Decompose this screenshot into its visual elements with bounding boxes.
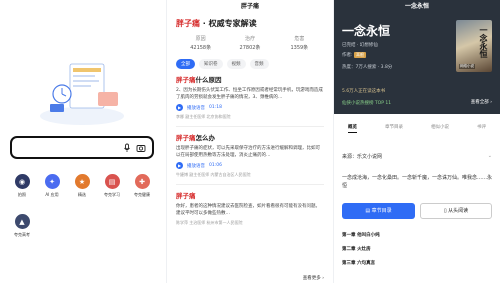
tab-all[interactable]: 全部 [176, 59, 195, 69]
see-more-link[interactable]: 查看更多 › [303, 275, 324, 281]
result-card[interactable]: 胖子痛 你好，患者的这种情况建议去医院检查，如片看看很有可能有没有问题。建议平时… [167, 185, 333, 226]
ai-icon: ✦ [44, 174, 60, 189]
play-icon[interactable]: ▶ [176, 162, 183, 169]
card-body: 2、因为长期伤头伏案工作、恒坐工作原因或者经常玩手机，玩游戏而造成了肌肉的劳损就… [176, 88, 323, 100]
tab-chapters[interactable]: 章节目录 [385, 124, 403, 133]
result-card[interactable]: 胖子痛什么原因 2、因为长期伤头伏案工作、恒坐工作原因或者经常玩手机，玩游戏而造… [167, 69, 333, 120]
doctor-info: 李娜 副主任医师 北京协和医院 [176, 114, 231, 119]
book-detail-screen: 一念永恒 一念永恒 已完结 · 幻想修仙 作者: 耳根 热度：7万人搜索 · 3… [334, 0, 500, 283]
audio-player[interactable]: ▶ 播放语音 01:18 [176, 104, 324, 111]
book-status: 已完结 · 幻想修仙 [342, 43, 378, 48]
doctor-info: 陈学萍 主治医师 杭州市第一人民医院 [176, 220, 243, 225]
result-card[interactable]: 胖子痛怎么办 出现胖子痛的症状，可以先采取保守治疗的方法进行缓解和调理，比如可以… [167, 127, 333, 178]
app-health[interactable]: ✚ 夸克健康 [128, 174, 156, 198]
book-author: 作者: 耳根 [342, 52, 366, 58]
app-gaokao[interactable]: ▲ 夸克高考 [8, 214, 36, 238]
camera-icon: ◉ [14, 174, 30, 189]
play-icon[interactable]: ▶ [176, 104, 183, 111]
camera-icon[interactable] [136, 143, 146, 153]
search-home-screen: ◉ 拍照 ✦ AI 应用 ★ 精选 ▤ 夸克学习 ✚ 夸克健康 ▲ 夸克高考 [0, 0, 166, 283]
header-suffix: · 权威专家解读 [202, 19, 257, 28]
tab-video[interactable]: 视频 [226, 59, 246, 69]
doctor-info: 牛婕博 副主任医师 内蒙古自治区人民医院 [176, 172, 251, 177]
tab-similar[interactable]: 相似小说 [431, 124, 449, 133]
chapter-item[interactable]: 第三章 六句真言 [342, 260, 375, 266]
tab-reviews[interactable]: 书评 [477, 124, 486, 133]
chapter-item[interactable]: 第一章 他叫白小纯 [342, 232, 380, 238]
detail-tabs: 概览 章节目录 相似小说 书评 [334, 124, 500, 133]
audio-player[interactable]: ▶ 播放语音 01:06 [176, 162, 324, 169]
stat-treatment[interactable]: 治疗 27802条 [225, 35, 274, 51]
page-title: 胖子痛 [240, 3, 259, 10]
health-icon: ✚ [134, 174, 150, 189]
rank-badge[interactable]: 仙侠小说热搜榜 TOP 11 [342, 100, 391, 106]
star-icon: ★ [74, 174, 90, 189]
tab-audio[interactable]: 音频 [249, 59, 269, 69]
card-body: 出现胖子痛的症状，可以先采取保守治疗的方法进行缓解和调理，比如可以在局部使用热敷… [176, 146, 320, 158]
book-intro: 一念成沧海，一念化桑田。一念斩千魔，一念诛万仙。唯我念……永恒 [342, 175, 493, 189]
app-study[interactable]: ▤ 夸克学习 [98, 174, 126, 198]
book-title: 一念永恒 [342, 24, 391, 38]
filter-tabs: 全部 知识卷 视频 音频 [176, 59, 324, 69]
stat-cause[interactable]: 原因 42158条 [176, 35, 225, 51]
readers-count: 5.6万人正在读这本书 [342, 89, 386, 94]
stat-harm[interactable]: 危害 1359条 [275, 35, 324, 51]
stats-row: 原因 42158条 治疗 27802条 危害 1359条 [176, 35, 324, 51]
search-results-screen: 胖子痛 胖子痛 · 权威专家解读 原因 42158条 治疗 27802条 危害 135… [167, 0, 333, 283]
app-featured[interactable]: ★ 精选 [68, 174, 96, 198]
tab-knowledge[interactable]: 知识卷 [199, 59, 223, 69]
chapter-item[interactable]: 第二章 火灶房 [342, 246, 371, 252]
keyword: 胖子痛 [176, 19, 200, 28]
see-all-link[interactable]: 查看全部 › [471, 99, 492, 105]
book-heat: 热度：7万人搜索 · 3.8分 [342, 65, 393, 70]
read-from-start-button[interactable]: ▯ 从头阅读 [420, 203, 492, 219]
search-input[interactable] [10, 136, 154, 159]
app-camera[interactable]: ◉ 拍照 [8, 174, 36, 198]
book-header: 一念永恒 一念永恒 已完结 · 幻想修仙 作者: 耳根 热度：7万人搜索 · 3… [334, 0, 500, 114]
microphone-icon[interactable] [122, 143, 132, 153]
book-icon: ▤ [104, 174, 120, 189]
grad-icon: ▲ [14, 214, 30, 229]
study-illustration [40, 63, 124, 125]
page-title: 一念永恒 [404, 3, 429, 10]
result-header: 胖子痛 · 权威专家解读 [167, 14, 333, 29]
card-body: 你好，患者的这种情况建议去医院检查，如片看看很有可能有没有问题。建议平时可以多做… [176, 204, 320, 216]
book-cover[interactable]: 一念永恒 网络小说 [456, 20, 492, 72]
tab-overview[interactable]: 概览 [348, 124, 357, 133]
chevron-down-icon[interactable]: ⌄ [488, 153, 492, 159]
catalog-button[interactable]: ▤ 章节目录 [342, 203, 415, 219]
app-ai[interactable]: ✦ AI 应用 [38, 174, 66, 198]
source-label[interactable]: 来源：乐文小说网 [342, 153, 382, 160]
